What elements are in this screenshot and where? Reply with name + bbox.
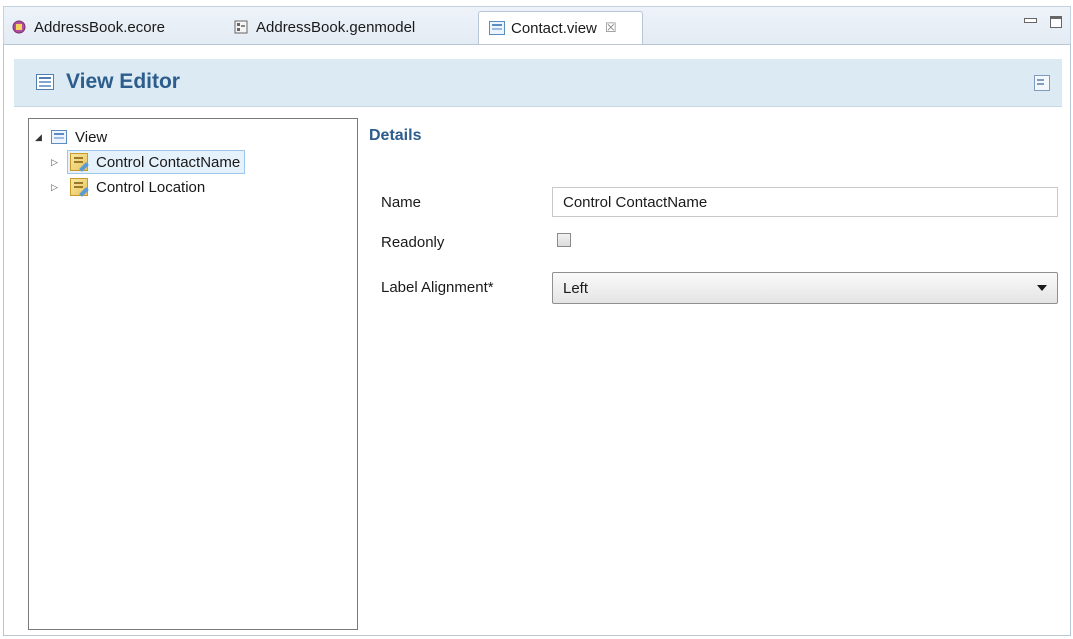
ecore-icon [12,20,26,34]
editor-header: View Editor [14,59,1062,107]
view-editor-icon [36,74,54,90]
genmodel-icon [234,20,248,34]
tab-addressbook-ecore[interactable]: AddressBook.ecore [12,14,165,40]
tree-item-control-contactname[interactable]: ▷ Control ContactName [51,150,246,174]
window-controls [1024,16,1062,28]
collapse-arrow-icon[interactable]: ▷ [51,157,61,168]
tree-root-view[interactable]: ◢ View [35,125,107,149]
label-alignment-label: Label Alignment* [381,279,494,296]
close-icon[interactable]: ☒ [605,20,617,36]
readonly-label: Readonly [381,234,445,251]
tab-addressbook-genmodel[interactable]: AddressBook.genmodel [234,14,415,40]
editor-title: View Editor [66,70,180,93]
selection-highlight: Control ContactName [67,150,246,174]
name-field[interactable] [552,187,1058,217]
tree-item-label: Control ContactName [96,153,241,171]
tree-item-control-location[interactable]: ▷ Control Location [51,175,205,199]
view-icon [489,21,505,35]
collapse-arrow-icon[interactable]: ▷ [51,182,61,193]
control-icon [70,153,88,171]
details-title: Details [369,127,422,144]
tab-label: Contact.view [511,19,597,37]
view-tree: ◢ View ▷ Control ContactName ▷ Control L… [28,118,358,630]
expand-arrow-icon[interactable]: ◢ [35,132,45,143]
name-label: Name [381,194,422,211]
select-value: Left [563,279,589,297]
tree-item-label: Control Location [96,178,206,196]
tab-bar: AddressBook.ecore AddressBook.genmodel C… [3,6,1071,47]
label-alignment-select[interactable]: Left [552,272,1058,304]
tab-contact-view-content: Contact.view ☒ [489,15,617,41]
readonly-checkbox[interactable] [557,233,571,247]
maximize-icon[interactable] [1050,16,1062,28]
view-icon [51,130,67,144]
tab-contact-view[interactable]: Contact.view ☒ [478,11,643,47]
view-editor-panel: View Editor ◢ View ▷ Control ContactName… [3,44,1071,636]
tab-label: AddressBook.genmodel [256,18,416,36]
editor-window: AddressBook.ecore AddressBook.genmodel C… [0,0,1073,639]
tab-label: AddressBook.ecore [34,18,165,36]
control-icon [70,178,88,196]
chevron-down-icon [1037,285,1047,291]
minimize-icon[interactable] [1024,16,1037,28]
toolbar-view-icon[interactable] [1034,75,1050,91]
tree-item-label: View [75,128,108,146]
